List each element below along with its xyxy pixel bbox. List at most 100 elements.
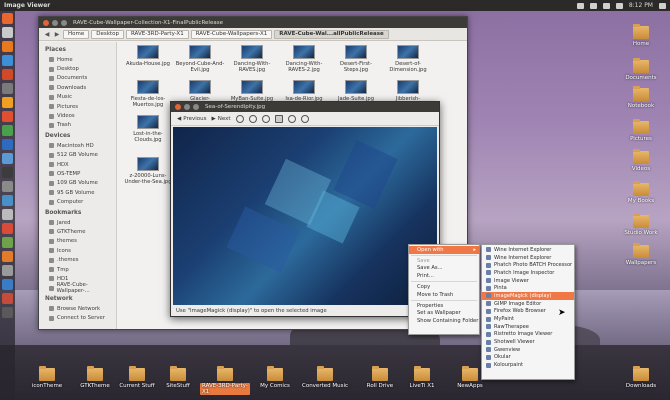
sidebar-item-downloads[interactable]: Downloads (45, 83, 116, 92)
app-icon[interactable] (2, 209, 13, 220)
rotate-right-icon[interactable] (300, 114, 309, 123)
breadcrumb-current[interactable]: RAVE-Cube-Wal...allPublicRelease (274, 29, 389, 39)
trash-icon[interactable] (2, 307, 13, 318)
sidebar-item-device[interactable]: OS-TEMP (45, 169, 116, 178)
maximize-icon[interactable] (61, 19, 67, 26)
menu-item-app[interactable]: Wine Internet Explorer (482, 246, 574, 254)
back-icon[interactable]: ◀ (43, 30, 51, 38)
desktop-icon-wallpapers[interactable]: Wallpapers (616, 243, 666, 266)
app-icon[interactable] (2, 251, 13, 262)
menu-item-show-containing-folder[interactable]: Show Containing Folder (409, 317, 479, 325)
sidebar-item-home[interactable]: Home (45, 55, 116, 64)
menu-item-print[interactable]: Print... (409, 272, 479, 280)
sidebar-item-browse-network[interactable]: Browse Network (45, 304, 116, 313)
sidebar-item-bookmark[interactable]: GTKTheme (45, 227, 116, 236)
forward-icon[interactable]: ▶ (53, 30, 61, 38)
app-icon[interactable] (2, 279, 13, 290)
files-icon[interactable] (2, 27, 13, 38)
sidebar-item-bookmark[interactable]: Jared (45, 218, 116, 227)
sidebar-item-videos[interactable]: Videos (45, 111, 116, 120)
zoom-out-icon[interactable] (248, 114, 257, 123)
desktop-icon-documents[interactable]: Documents (616, 58, 666, 81)
chrome-icon[interactable] (2, 55, 13, 66)
app-icon[interactable] (2, 97, 13, 108)
file-item[interactable]: Desert-First-Steps.jpg (331, 45, 381, 73)
desktop-icon-videos[interactable]: Videos (616, 149, 666, 172)
menu-item-app[interactable]: GIMP Image Editor (482, 300, 574, 308)
zoom-fit-icon[interactable] (274, 114, 283, 123)
app-icon[interactable] (2, 237, 13, 248)
app-icon[interactable] (2, 139, 13, 150)
sidebar-item-bookmark[interactable]: Icons (45, 246, 116, 255)
maximize-icon[interactable] (193, 104, 199, 110)
minimize-icon[interactable] (52, 19, 58, 26)
menu-item-imagemagick[interactable]: ImageMagick (display) (482, 292, 574, 300)
sidebar-item-trash[interactable]: Trash (45, 121, 116, 130)
battery-icon[interactable] (589, 2, 597, 9)
sidebar-item-bookmark[interactable]: RAVE-Cube-Wallpaper-... (45, 282, 116, 294)
menu-item-app[interactable]: Phatch Image Inspector (482, 269, 574, 277)
close-icon[interactable] (43, 19, 49, 26)
desktop-icon-home[interactable]: Home (616, 24, 666, 47)
app-icon[interactable] (2, 83, 13, 94)
sidebar-item-device[interactable]: 109 GB Volume (45, 179, 116, 188)
breadcrumb-desktop[interactable]: Desktop (91, 29, 124, 39)
desktop-icon-converted-music[interactable]: Converted Music (300, 366, 350, 389)
sidebar-item-device[interactable]: 512 GB Volume (45, 151, 116, 160)
network-icon[interactable] (576, 2, 584, 9)
desktop-icon-icontheme[interactable]: iconTheme (22, 366, 72, 389)
sidebar-item-computer[interactable]: Computer (45, 197, 116, 206)
rotate-left-icon[interactable] (287, 114, 296, 123)
menu-item-move-to-trash[interactable]: Move to Trash (409, 291, 479, 299)
desktop-icon-sitestuff[interactable]: SiteStuff (153, 366, 203, 389)
menu-item-app[interactable]: Gwenview (482, 346, 574, 354)
minimize-icon[interactable] (184, 104, 190, 110)
menu-item-open-with[interactable]: Open with (409, 246, 479, 254)
sidebar-item-music[interactable]: Music (45, 93, 116, 102)
menu-item-app[interactable]: Okular (482, 354, 574, 362)
sidebar-item-device[interactable]: 95 GB Volume (45, 188, 116, 197)
desktop-icon-my-books[interactable]: My Books (616, 181, 666, 204)
app-icon[interactable] (2, 223, 13, 234)
app-icon[interactable] (2, 153, 13, 164)
volume-icon[interactable] (602, 2, 610, 9)
close-icon[interactable] (175, 104, 181, 110)
desktop-icon-liveti[interactable]: LiveTi X1 (397, 366, 447, 389)
app-icon[interactable] (2, 111, 13, 122)
zoom-normal-icon[interactable] (261, 114, 270, 123)
menu-item-app[interactable]: Shotwell Viewer (482, 338, 574, 346)
menu-item-app[interactable]: RawTherapee (482, 323, 574, 331)
file-item[interactable]: Jade-Suite.jpg (331, 80, 381, 102)
desktop-icon-notebook[interactable]: Notebook (616, 86, 666, 109)
menu-item-copy[interactable]: Copy (409, 283, 479, 291)
app-icon[interactable] (2, 293, 13, 304)
file-item[interactable]: MyBan-Suite.jpg (227, 80, 277, 102)
file-item[interactable]: Isa-de-Rior.jpg (279, 80, 329, 102)
desktop-icon-pictures[interactable]: Pictures (616, 119, 666, 142)
sidebar-item-documents[interactable]: Documents (45, 74, 116, 83)
desktop-icon-downloads[interactable]: Downloads (616, 366, 666, 389)
sidebar-item-device[interactable]: Macintosh HD (45, 141, 116, 150)
sidebar-item-pictures[interactable]: Pictures (45, 102, 116, 111)
file-item[interactable]: Dancing-With-RAVES-2.jpg (279, 45, 329, 73)
firefox-icon[interactable] (2, 41, 13, 52)
menu-item-app[interactable]: Image Viewer (482, 277, 574, 285)
file-item[interactable]: Beyond-Cube-And-Evil.jpg (175, 45, 225, 73)
app-icon[interactable] (2, 69, 13, 80)
dash-icon[interactable] (2, 13, 13, 24)
breadcrumb-home[interactable]: Home (63, 29, 90, 39)
menu-item-set-as-wallpaper[interactable]: Set as Wallpaper (409, 310, 479, 318)
terminal-icon[interactable] (2, 167, 13, 178)
desktop-icon-rave-3rd-party[interactable]: RAVE-3RD-Party-X1 (200, 366, 250, 395)
mail-icon[interactable] (615, 2, 623, 9)
menu-item-save-as[interactable]: Save As... (409, 265, 479, 273)
sidebar-item-bookmark[interactable]: themes (45, 237, 116, 246)
next-button[interactable]: ▶ Next (211, 116, 230, 122)
file-item[interactable]: Fiesta-de-los-Muertos.jpg (123, 80, 173, 108)
menu-item-app[interactable]: Phatch Photo BATCH Processor (482, 261, 574, 269)
breadcrumb-rave-cube-wallpapers[interactable]: RAVE-Cube-Wallpapers-X1 (190, 29, 273, 39)
file-item[interactable]: Akuda-House.jpg (123, 45, 173, 67)
menu-item-app[interactable]: Wine Internet Explorer (482, 254, 574, 262)
menu-item-app[interactable]: Ristretto Image Viewer (482, 331, 574, 339)
power-icon[interactable] (659, 2, 666, 9)
